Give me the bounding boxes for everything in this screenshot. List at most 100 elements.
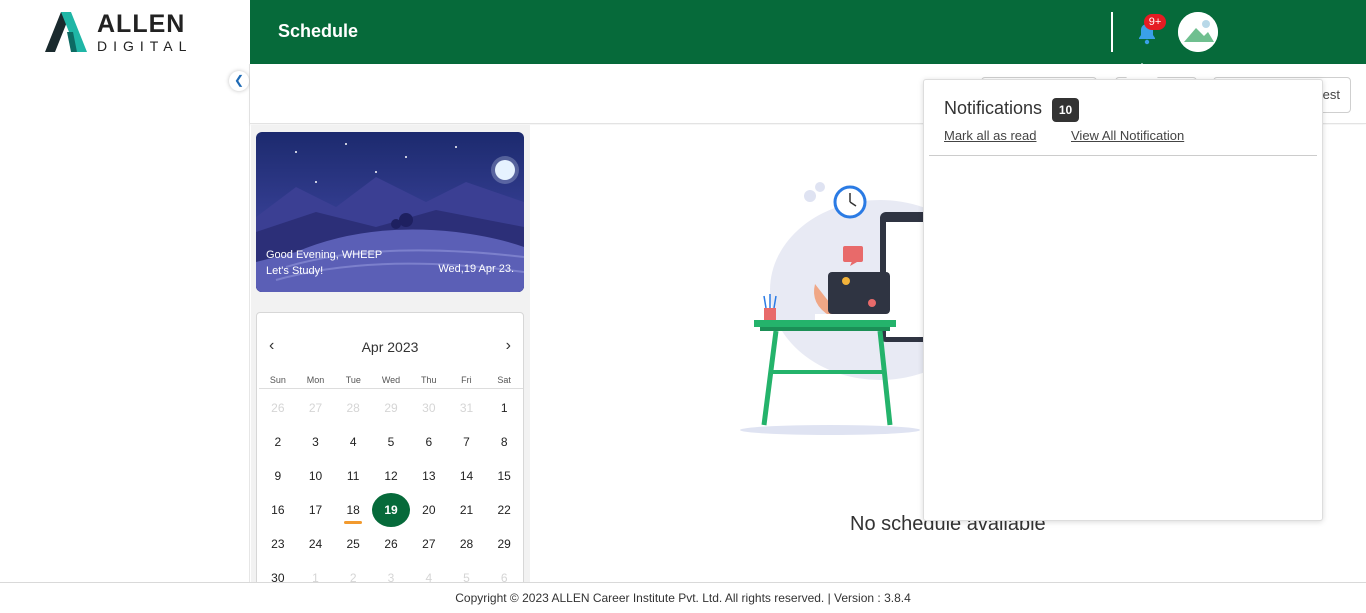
calendar-day[interactable]: 28 — [448, 527, 486, 561]
notification-popover-caret — [1125, 63, 1159, 79]
calendar-day-number: 4 — [349, 435, 357, 449]
calendar-day[interactable]: 14 — [448, 459, 486, 493]
view-all-notifications-link[interactable]: View All Notification — [1071, 128, 1184, 143]
greeting-date: Wed,19 Apr 23. — [438, 263, 514, 275]
calendar-day-today[interactable]: 18 — [334, 493, 372, 527]
calendar-day[interactable]: 31 — [448, 391, 486, 425]
avatar[interactable] — [1178, 12, 1218, 52]
calendar-day-number: 12 — [384, 469, 398, 483]
logo[interactable]: ALLEN DIGITAL — [0, 0, 250, 64]
notifications-divider — [929, 155, 1317, 156]
calendar-day-number: 30 — [422, 401, 436, 415]
calendar-day[interactable]: 4 — [334, 425, 372, 459]
calendar-day[interactable]: 7 — [448, 425, 486, 459]
calendar-day[interactable]: 26 — [372, 527, 410, 561]
calendar: ‹ Apr 2023 › Sun Mon Tue Wed Thu Fri Sat 26 27 2… — [256, 312, 524, 592]
calendar-day[interactable]: 6 — [410, 425, 448, 459]
weekday-label: Mon — [306, 375, 325, 385]
calendar-day[interactable]: 13 — [410, 459, 448, 493]
greeting-line-1: Good Evening, WHEEP — [266, 249, 383, 261]
weekday-label: Fri — [461, 375, 472, 385]
greeting-card: Good Evening, WHEEP Let's Study! Wed,19 … — [256, 132, 524, 292]
calendar-day[interactable]: 20 — [410, 493, 448, 527]
weekday-label: Wed — [381, 375, 401, 385]
calendar-day[interactable]: 3 — [297, 425, 335, 459]
calendar-day-number: 19 — [372, 493, 410, 527]
calendar-day[interactable]: 29 — [372, 391, 410, 425]
calendar-day-selected[interactable]: 19 — [372, 493, 410, 527]
weekday-label: Sun — [269, 375, 286, 385]
calendar-day[interactable]: 28 — [334, 391, 372, 425]
weekday-label: Tue — [345, 375, 361, 385]
calendar-day-number: 10 — [308, 469, 323, 483]
calendar-day-number: 14 — [459, 469, 474, 483]
notifications-count-badge: 10 — [1052, 98, 1079, 122]
top-bar: Schedule 9+ — [250, 0, 1366, 64]
calendar-day-number: 1 — [500, 401, 508, 415]
calendar-day-number: 7 — [463, 435, 470, 449]
footer: Copyright © 2023 ALLEN Career Institute … — [0, 582, 1366, 612]
topbar-divider — [1111, 12, 1113, 52]
calendar-day[interactable]: 11 — [334, 459, 372, 493]
chevron-left-icon: ❮ — [233, 73, 245, 87]
logo-text-allen: ALLEN — [97, 9, 186, 38]
calendar-day-number: 6 — [425, 435, 433, 449]
calendar-day-number: 3 — [312, 435, 319, 449]
calendar-day-number: 11 — [346, 469, 360, 483]
calendar-day[interactable]: 27 — [410, 527, 448, 561]
calendar-weekdays: Sun Mon Tue Wed Thu Fri Sat — [259, 375, 523, 389]
calendar-day[interactable]: 12 — [372, 459, 410, 493]
calendar-day-number: 28 — [346, 401, 360, 415]
calendar-day[interactable]: 26 — [259, 391, 297, 425]
calendar-day-number: 8 — [500, 435, 508, 449]
calendar-day-number: 25 — [346, 537, 360, 551]
calendar-day-number: 16 — [271, 503, 285, 517]
notification-popover: Notifications 10 Mark all as read View A… — [923, 79, 1323, 521]
calendar-day[interactable]: 22 — [485, 493, 523, 527]
notifications-title: Notifications — [944, 98, 1043, 118]
calendar-day-number: 26 — [271, 401, 285, 415]
calendar-day[interactable]: 23 — [259, 527, 297, 561]
calendar-day[interactable]: 29 — [485, 527, 523, 561]
calendar-day-number: 17 — [308, 503, 323, 517]
collapse-sidebar-button[interactable]: ❮ — [229, 71, 249, 91]
toolbar-button-3-label: est — [1322, 87, 1340, 102]
allen-logo-icon — [45, 12, 91, 52]
calendar-day-number: 27 — [308, 401, 323, 415]
sidebar — [0, 64, 250, 582]
calendar-day-number: 29 — [384, 401, 398, 415]
calendar-day-number: 5 — [387, 435, 395, 449]
calendar-day[interactable]: 16 — [259, 493, 297, 527]
calendar-day[interactable]: 5 — [372, 425, 410, 459]
calendar-day[interactable]: 30 — [410, 391, 448, 425]
calendar-day[interactable]: 24 — [297, 527, 335, 561]
calendar-day[interactable]: 27 — [297, 391, 335, 425]
calendar-days: 26 27 28 29 30 31 1 2 3 4 5 6 7 8 9 10 11 12 13 14 15 16 17 18 1… — [259, 391, 523, 595]
calendar-month-label: Apr 2023 — [361, 339, 419, 355]
calendar-day-number: 21 — [459, 503, 474, 517]
calendar-day-number: 2 — [274, 435, 282, 449]
weekday-label: Thu — [420, 375, 437, 385]
calendar-day[interactable]: 8 — [485, 425, 523, 459]
calendar-day[interactable]: 10 — [297, 459, 335, 493]
calendar-day-number: 29 — [497, 537, 511, 551]
mark-all-read-link[interactable]: Mark all as read — [944, 128, 1036, 143]
calendar-day[interactable]: 25 — [334, 527, 372, 561]
notification-badge: 9+ — [1144, 14, 1166, 30]
weekday-label: Sat — [497, 375, 511, 385]
calendar-day-number: 31 — [459, 401, 474, 415]
calendar-day[interactable]: 17 — [297, 493, 335, 527]
greeting-line-2: Let's Study! — [266, 265, 324, 277]
calendar-day-number: 20 — [422, 503, 436, 517]
page-title: Schedule — [278, 21, 359, 41]
calendar-day[interactable]: 9 — [259, 459, 297, 493]
calendar-day[interactable]: 21 — [448, 493, 486, 527]
calendar-day-number: 18 — [346, 503, 360, 517]
calendar-day[interactable]: 2 — [259, 425, 297, 459]
calendar-day-number: 9 — [274, 469, 282, 483]
calendar-day[interactable]: 15 — [485, 459, 523, 493]
calendar-day[interactable]: 1 — [485, 391, 523, 425]
chevron-right-icon[interactable]: › — [506, 337, 511, 355]
logo-text-digital: DIGITAL — [97, 37, 193, 54]
calendar-day-number: 22 — [497, 503, 511, 517]
